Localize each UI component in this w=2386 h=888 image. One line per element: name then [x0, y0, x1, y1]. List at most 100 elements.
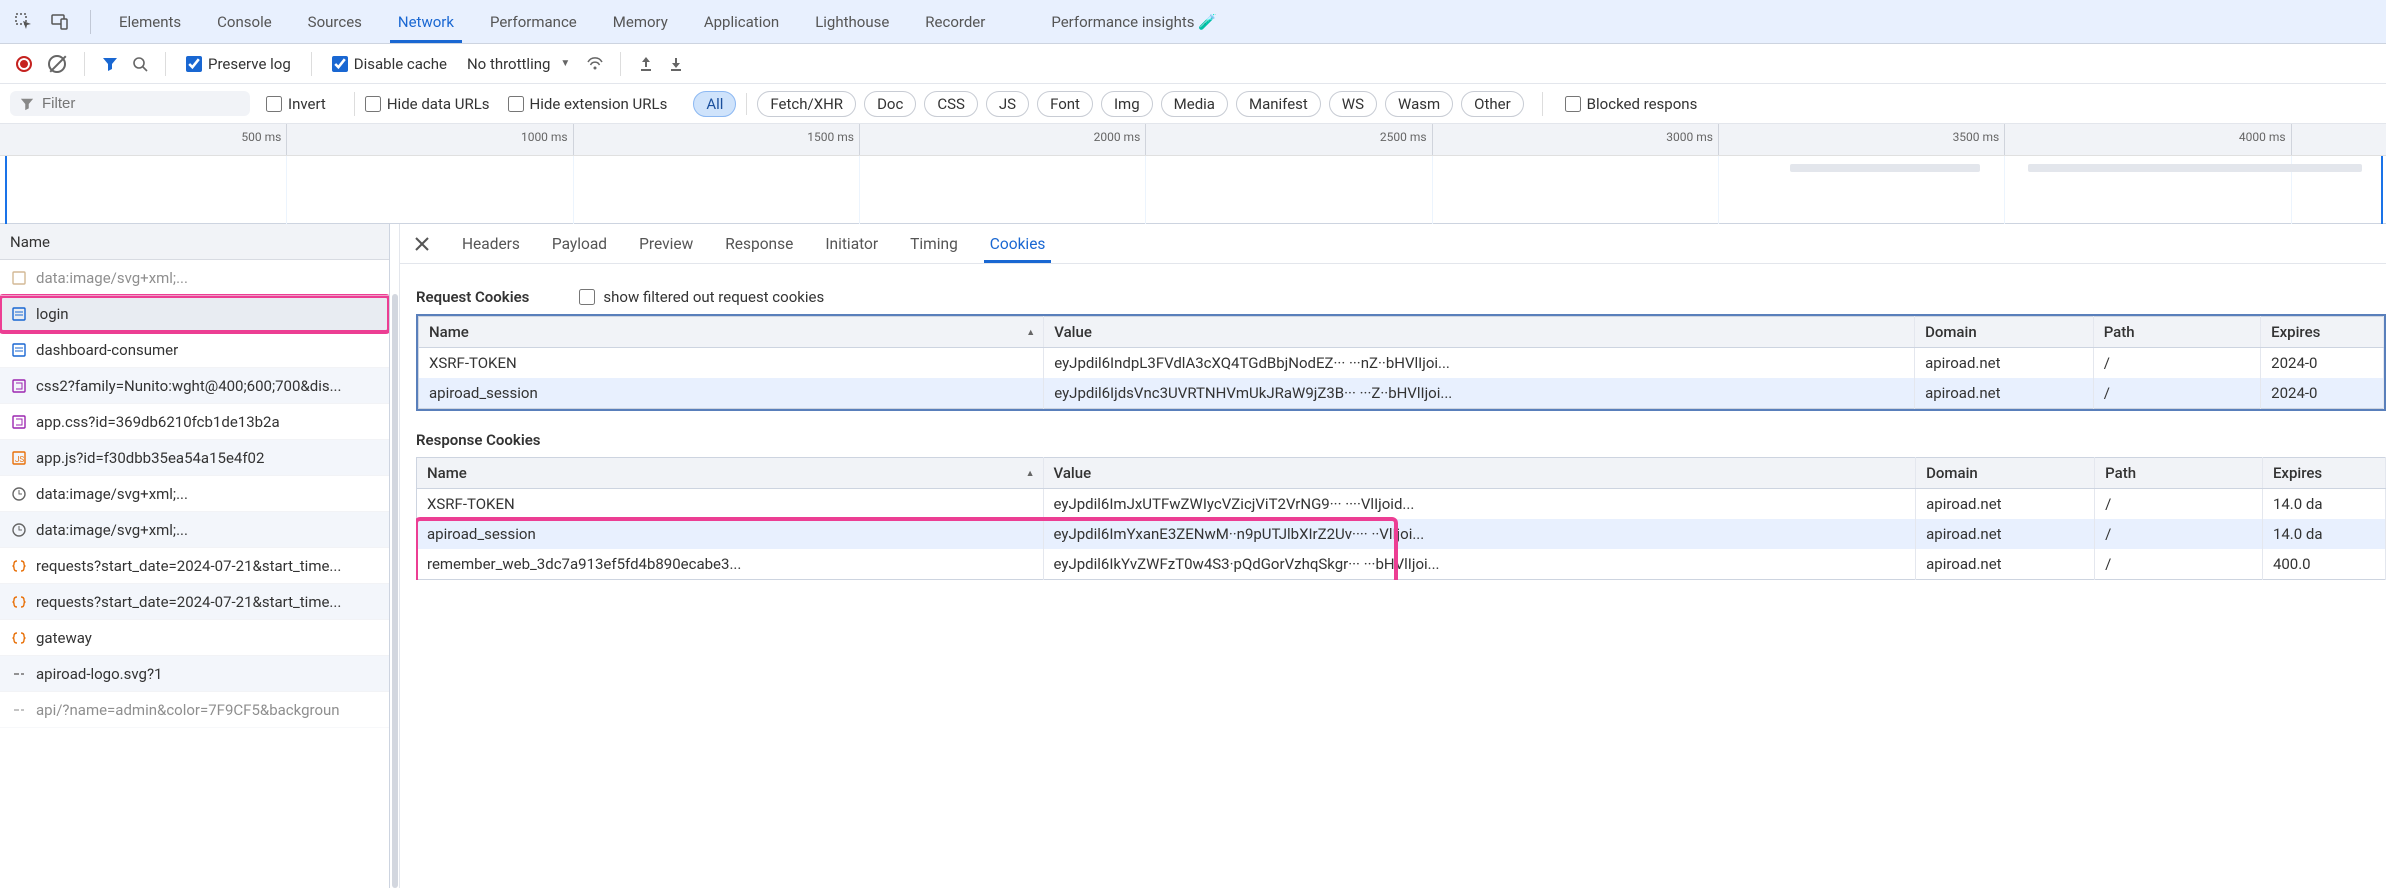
- request-row-label: apiroad-logo.svg?1: [36, 665, 162, 683]
- chip-font[interactable]: Font: [1037, 91, 1093, 117]
- chip-img[interactable]: Img: [1101, 91, 1153, 117]
- col-domain[interactable]: Domain: [1915, 317, 2094, 348]
- chip-doc[interactable]: Doc: [864, 91, 916, 117]
- tab-network[interactable]: Network: [380, 3, 472, 41]
- tab-memory[interactable]: Memory: [595, 3, 686, 41]
- tab-sources[interactable]: Sources: [290, 3, 380, 41]
- request-list[interactable]: data:image/svg+xml;... logindashboard-con…: [0, 260, 389, 888]
- cookie-row[interactable]: apiroad_sessioneyJpdil6ImYxanE3ZENwM··n9…: [417, 519, 2386, 549]
- chip-js[interactable]: JS: [986, 91, 1029, 117]
- hide-data-urls-checkbox[interactable]: Hide data URLs: [365, 95, 490, 113]
- col-path[interactable]: Path: [2093, 317, 2260, 348]
- inspect-element-icon[interactable]: [8, 6, 40, 38]
- blocked-response-checkbox[interactable]: Blocked respons: [1565, 95, 1698, 113]
- request-row[interactable]: login: [0, 296, 389, 332]
- cookie-row[interactable]: XSRF-TOKENeyJpdil6ImJxUTFwZWIycVZicjViT2…: [417, 489, 2386, 520]
- panel-resize-handle[interactable]: [390, 224, 400, 888]
- search-icon[interactable]: [131, 55, 149, 73]
- tab-performance[interactable]: Performance: [472, 3, 595, 41]
- blocked-response-input[interactable]: [1565, 96, 1581, 112]
- request-row[interactable]: apiroad-logo.svg?1: [0, 656, 389, 692]
- chip-other[interactable]: Other: [1461, 91, 1524, 117]
- filter-input-wrap[interactable]: [10, 91, 250, 116]
- request-row[interactable]: api/?name=admin&color=7F9CF5&backgroun: [0, 692, 389, 728]
- tab-recorder[interactable]: Recorder: [907, 3, 1003, 41]
- tab-lighthouse[interactable]: Lighthouse: [797, 3, 907, 41]
- detail-tab-headers[interactable]: Headers: [446, 227, 536, 261]
- download-icon[interactable]: [667, 55, 685, 73]
- chip-all[interactable]: All: [693, 91, 736, 117]
- network-main: Name data:image/svg+xml;... logindashboar…: [0, 224, 2386, 888]
- response-cookies-table[interactable]: Name Value Domain Path Expires XSRF-TOKE…: [416, 457, 2386, 580]
- request-row[interactable]: dashboard-consumer: [0, 332, 389, 368]
- col-path[interactable]: Path: [2095, 458, 2263, 489]
- record-button[interactable]: [16, 56, 32, 72]
- detail-tab-response[interactable]: Response: [709, 227, 809, 261]
- chip-fetchxhr[interactable]: Fetch/XHR: [757, 91, 856, 117]
- preserve-log-checkbox[interactable]: Preserve log: [186, 55, 291, 73]
- request-row[interactable]: data:image/svg+xml;...: [0, 476, 389, 512]
- close-icon[interactable]: [408, 230, 436, 258]
- chip-css[interactable]: CSS: [924, 91, 978, 117]
- timeline-tick: 4000 ms: [2239, 130, 2286, 144]
- tab-performance-insights[interactable]: Performance insights 🧪: [1033, 3, 1235, 41]
- request-row[interactable]: data:image/svg+xml;...: [0, 260, 389, 296]
- chip-ws[interactable]: WS: [1329, 91, 1377, 117]
- request-row[interactable]: css2?family=Nunito:wght@400;600;700&dis.…: [0, 368, 389, 404]
- clear-icon[interactable]: [48, 55, 66, 73]
- col-name[interactable]: Name: [417, 458, 1044, 489]
- col-value[interactable]: Value: [1044, 317, 1915, 348]
- cookie-row[interactable]: XSRF-TOKENeyJpdil6IndpL3FVdlA3cXQ4TGdBbj…: [419, 348, 2384, 379]
- request-row[interactable]: JSapp.js?id=f30dbb35ea54a15e4f02: [0, 440, 389, 476]
- invert-input[interactable]: [266, 96, 282, 112]
- request-row[interactable]: app.css?id=369db6210fcb1de13b2a: [0, 404, 389, 440]
- request-row[interactable]: requests?start_date=2024-07-21&start_tim…: [0, 584, 389, 620]
- throttling-value: No throttling: [467, 55, 550, 73]
- tab-console[interactable]: Console: [199, 3, 290, 41]
- tab-application[interactable]: Application: [686, 3, 797, 41]
- throttling-select[interactable]: No throttling ▼: [467, 55, 570, 73]
- hide-ext-urls-input[interactable]: [508, 96, 524, 112]
- filter-input[interactable]: [42, 95, 240, 112]
- col-expires[interactable]: Expires: [2262, 458, 2385, 489]
- request-row[interactable]: gateway: [0, 620, 389, 656]
- request-row[interactable]: requests?start_date=2024-07-21&start_tim…: [0, 548, 389, 584]
- show-filtered-checkbox[interactable]: show filtered out request cookies: [579, 288, 824, 306]
- col-value[interactable]: Value: [1043, 458, 1916, 489]
- show-filtered-input[interactable]: [579, 289, 595, 305]
- hide-ext-urls-checkbox[interactable]: Hide extension URLs: [508, 95, 668, 113]
- preserve-log-input[interactable]: [186, 56, 202, 72]
- col-expires[interactable]: Expires: [2261, 317, 2384, 348]
- disable-cache-checkbox[interactable]: Disable cache: [332, 55, 447, 73]
- filter-toggle-icon[interactable]: [101, 55, 119, 73]
- request-row[interactable]: data:image/svg+xml;...: [0, 512, 389, 548]
- cookie-row[interactable]: apiroad_sessioneyJpdil6IjdsVnc3UVRTNHVmU…: [419, 378, 2384, 409]
- request-row-label: data:image/svg+xml;...: [36, 269, 188, 287]
- hide-data-urls-input[interactable]: [365, 96, 381, 112]
- device-toggle-icon[interactable]: [44, 6, 76, 38]
- cookie-cell-expires: 2024-0: [2261, 348, 2384, 379]
- detail-tab-cookies[interactable]: Cookies: [974, 227, 1062, 261]
- request-list-header[interactable]: Name: [0, 224, 389, 260]
- chip-wasm[interactable]: Wasm: [1385, 91, 1453, 117]
- cookie-cell-path: /: [2095, 519, 2263, 549]
- invert-checkbox[interactable]: Invert: [266, 95, 326, 113]
- detail-tab-timing[interactable]: Timing: [894, 227, 974, 261]
- col-name[interactable]: Name: [419, 317, 1044, 348]
- disable-cache-input[interactable]: [332, 56, 348, 72]
- request-cookies-table[interactable]: Name Value Domain Path Expires XSRF-TOKE…: [416, 314, 2386, 411]
- chip-manifest[interactable]: Manifest: [1236, 91, 1321, 117]
- detail-tab-payload[interactable]: Payload: [536, 227, 623, 261]
- upload-icon[interactable]: [637, 55, 655, 73]
- tab-elements[interactable]: Elements: [101, 3, 199, 41]
- timeline-track[interactable]: [0, 156, 2386, 224]
- detail-tab-initiator[interactable]: Initiator: [809, 227, 894, 261]
- resource-type-chips: All Fetch/XHR Doc CSS JS Font Img Media …: [693, 91, 1523, 117]
- network-timeline[interactable]: 500 ms 1000 ms 1500 ms 2000 ms 2500 ms 3…: [0, 124, 2386, 224]
- css-icon: [10, 377, 28, 395]
- detail-tab-preview[interactable]: Preview: [623, 227, 709, 261]
- cookie-row[interactable]: remember_web_3dc7a913ef5fd4b890ecabe3...…: [417, 549, 2386, 580]
- col-domain[interactable]: Domain: [1916, 458, 2095, 489]
- network-conditions-icon[interactable]: [586, 55, 604, 73]
- chip-media[interactable]: Media: [1161, 91, 1228, 117]
